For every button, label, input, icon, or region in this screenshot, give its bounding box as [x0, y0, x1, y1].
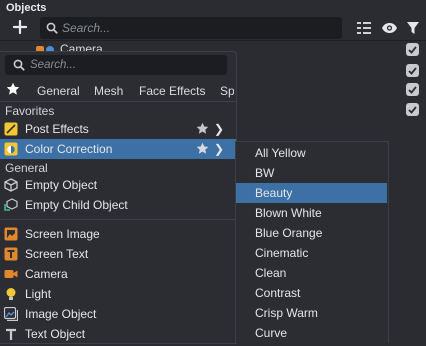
color-correction-icon [4, 142, 18, 156]
filter-icon[interactable] [404, 18, 422, 38]
search-icon [46, 22, 58, 34]
menu-item-screen-image[interactable]: Screen Image [0, 224, 236, 244]
submenu-item-label: Curve [255, 326, 288, 340]
list-filter-icon[interactable] [355, 18, 373, 38]
submenu-item-all-yellow[interactable]: All Yellow [236, 143, 387, 163]
submenu-item-curve[interactable]: Curve [236, 323, 387, 343]
menu-search-placeholder: Search... [30, 59, 77, 71]
menu-item-light[interactable]: Light [0, 284, 236, 304]
submenu-item-label: Cinematic [255, 246, 309, 260]
tab-face-effects[interactable]: Face Effects [139, 84, 205, 98]
menu-item-label: Image Object [25, 307, 97, 321]
favorites-header: Favorites [5, 104, 55, 118]
visibility-checkbox[interactable] [406, 83, 419, 96]
submenu-item-label: BW [255, 166, 275, 180]
menu-item-label: Screen Image [25, 227, 100, 241]
favorite-star-icon[interactable] [196, 122, 209, 140]
section-divider [0, 219, 236, 220]
search-placeholder: Search... [62, 21, 111, 35]
empty-object-icon [4, 178, 18, 192]
menu-item-post-effects[interactable]: Post Effects ❯ [0, 119, 236, 139]
menu-item-camera[interactable]: Camera [0, 264, 236, 284]
search-input[interactable]: Search... [40, 17, 342, 39]
chevron-right-icon: ❯ [214, 142, 225, 156]
submenu-item-label: Blown White [255, 206, 322, 220]
panel-title: Objects [6, 2, 47, 14]
menu-item-empty-object[interactable]: Empty Object [0, 175, 236, 195]
search-icon [13, 59, 25, 71]
eye-icon[interactable] [380, 18, 398, 38]
visibility-checkbox[interactable] [406, 103, 419, 116]
menu-item-label: Empty Object [25, 178, 98, 192]
visibility-checkbox[interactable] [406, 43, 419, 56]
plus-icon [13, 20, 27, 34]
menu-item-label: Camera [25, 267, 68, 281]
submenu-item-blown-white[interactable]: Blown White [236, 203, 387, 223]
menu-item-label: Screen Text [25, 247, 89, 261]
empty-child-object-icon [4, 198, 18, 212]
menu-item-label: Color Correction [25, 142, 113, 156]
submenu-item-blue-orange[interactable]: Blue Orange [236, 223, 387, 243]
menu-item-color-correction[interactable]: Color Correction ❯ [0, 139, 236, 159]
image-object-icon [3, 306, 19, 322]
menu-search-input[interactable]: Search... [5, 55, 227, 75]
submenu-item-label: Clean [255, 266, 287, 280]
add-object-button[interactable] [9, 16, 31, 38]
tabs-divider [0, 101, 236, 102]
tab-general[interactable]: General [37, 84, 80, 98]
camera-icon [4, 267, 18, 281]
visibility-checkbox[interactable] [406, 64, 419, 77]
screen-text-icon [4, 247, 18, 261]
menu-item-image-object[interactable]: Image Object [0, 304, 236, 324]
star-icon [6, 82, 20, 95]
screen-image-icon [4, 227, 18, 241]
tab-favorites[interactable] [6, 82, 20, 99]
tab-mesh[interactable]: Mesh [94, 84, 123, 98]
menu-item-screen-text[interactable]: Screen Text [0, 244, 236, 264]
menu-item-empty-child-object[interactable]: Empty Child Object [0, 195, 236, 215]
post-effects-icon [4, 122, 18, 136]
submenu-item-contrast[interactable]: Contrast [236, 283, 387, 303]
favorite-star-icon[interactable] [196, 142, 209, 160]
submenu-item-beauty[interactable]: Beauty [236, 183, 387, 203]
menu-item-label: Post Effects [25, 122, 89, 136]
menu-item-label: Light [25, 287, 52, 301]
general-header: General [5, 161, 48, 175]
submenu-item-label: Crisp Warm [255, 306, 318, 320]
submenu-item-crisp-warm[interactable]: Crisp Warm [236, 303, 387, 323]
menu-item-label: Empty Child Object [25, 198, 128, 212]
submenu-item-label: Blue Orange [255, 226, 323, 240]
submenu-item-bw[interactable]: BW [236, 163, 387, 183]
text-object-icon [4, 327, 18, 341]
menu-item-label: Text Object [25, 327, 86, 341]
category-tabs: General Mesh Face Effects Spe [0, 80, 236, 100]
tab-special[interactable]: Spe [220, 84, 234, 98]
chevron-right-icon: ❯ [214, 122, 225, 136]
light-bulb-icon [4, 287, 18, 301]
submenu-item-cinematic[interactable]: Cinematic [236, 243, 387, 263]
submenu-item-label: Beauty [255, 186, 293, 200]
submenu-item-clean[interactable]: Clean [236, 263, 387, 283]
menu-item-text-object[interactable]: Text Object [0, 324, 236, 344]
toolbar-divider [0, 40, 426, 41]
submenu-item-label: All Yellow [255, 146, 306, 160]
submenu-item-label: Contrast [255, 286, 301, 300]
